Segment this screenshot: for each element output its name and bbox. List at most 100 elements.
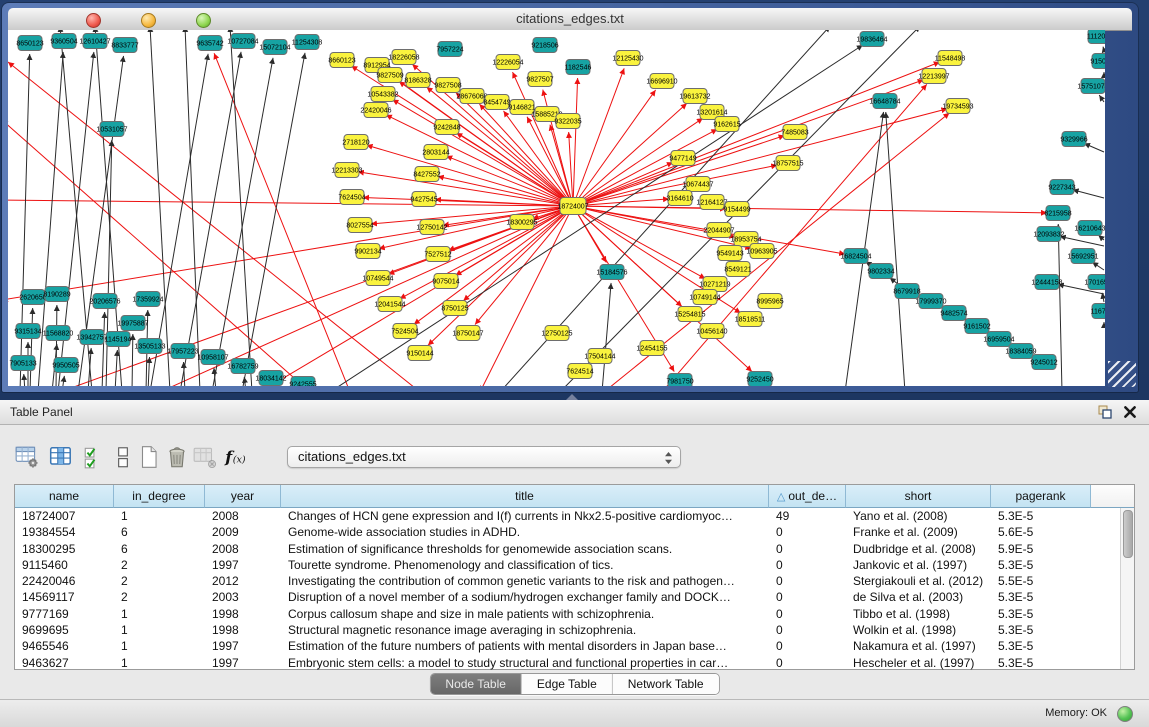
tab-network-table[interactable]: Network Table xyxy=(613,674,719,694)
graph-edge[interactable] xyxy=(573,206,1047,213)
row-height-button[interactable] xyxy=(110,444,136,470)
cell-out_de[interactable]: 0 xyxy=(769,589,846,605)
graph-node[interactable]: 9162615 xyxy=(713,117,740,132)
graph-node[interactable]: 8027554 xyxy=(346,218,373,233)
graph-node[interactable]: 22420046 xyxy=(360,103,391,118)
cell-in_degree[interactable]: 1 xyxy=(114,508,205,524)
cell-name[interactable]: 9465546 xyxy=(15,638,114,654)
graph-node[interactable]: 9427545 xyxy=(410,192,437,207)
graph-node[interactable]: 15254815 xyxy=(674,307,705,322)
graph-node[interactable]: 9950505 xyxy=(52,358,79,373)
graph-node[interactable]: 17359924 xyxy=(132,292,163,307)
graph-node[interactable]: 19975887 xyxy=(117,316,148,331)
cell-year[interactable]: 1997 xyxy=(205,557,281,573)
tab-edge-table[interactable]: Edge Table xyxy=(522,674,613,694)
cell-in_degree[interactable]: 1 xyxy=(114,655,205,671)
select-rows-button[interactable] xyxy=(82,444,108,470)
graph-node[interactable]: 17016504 xyxy=(1084,275,1105,290)
graph-edge[interactable] xyxy=(242,53,305,386)
graph-node[interactable]: 1145194 xyxy=(105,332,132,347)
graph-node[interactable]: 9827509 xyxy=(376,68,403,83)
delete-table-button[interactable] xyxy=(192,444,218,470)
graph-hub-node[interactable]: 18724007 xyxy=(557,198,588,215)
graph-node[interactable]: 2718120 xyxy=(342,135,369,150)
cell-name[interactable]: 9699695 xyxy=(15,622,114,638)
cell-short[interactable]: Tibbo et al. (1998) xyxy=(846,606,991,622)
graph-edge[interactable] xyxy=(132,334,133,386)
graph-node[interactable]: 18300295 xyxy=(506,215,537,230)
graph-node[interactable]: 9242848 xyxy=(433,120,460,135)
cell-name[interactable]: 19384554 xyxy=(15,524,114,540)
graph-node[interactable]: 18750147 xyxy=(452,326,483,341)
cell-year[interactable]: 2008 xyxy=(205,508,281,524)
graph-edge[interactable] xyxy=(1103,47,1104,50)
graph-node[interactable]: 12610427 xyxy=(79,34,110,49)
cell-year[interactable]: 1998 xyxy=(205,606,281,622)
graph-node[interactable]: 10963905 xyxy=(746,244,777,259)
zoom-window-button[interactable] xyxy=(196,13,211,28)
graph-node[interactable]: 12454155 xyxy=(636,341,667,356)
cell-in_degree[interactable]: 6 xyxy=(114,541,205,557)
graph-node[interactable]: 10749544 xyxy=(362,271,393,286)
table-row[interactable]: 1830029562008Estimation of significance … xyxy=(15,541,1134,557)
graph-node[interactable]: 9150144 xyxy=(406,346,433,361)
cell-year[interactable]: 2008 xyxy=(205,541,281,557)
cell-in_degree[interactable]: 6 xyxy=(114,524,205,540)
cell-name[interactable]: 18300295 xyxy=(15,541,114,557)
table-row[interactable]: 969969511998Structural magnetic resonanc… xyxy=(15,622,1134,638)
graph-node[interactable]: 19734593 xyxy=(942,99,973,114)
graph-node[interactable]: 11568820 xyxy=(43,326,74,341)
graph-node[interactable]: 11254308 xyxy=(292,35,323,50)
graph-node[interactable]: 9242555 xyxy=(289,377,316,387)
cell-pagerank[interactable]: 5.9E-5 xyxy=(991,541,1091,557)
cell-out_de[interactable]: 0 xyxy=(769,638,846,654)
graph-node[interactable]: 10674437 xyxy=(682,177,713,192)
create-table-button[interactable] xyxy=(136,444,162,470)
function-builder-button[interactable]: f (x) xyxy=(222,444,248,470)
graph-node[interactable]: 9477149 xyxy=(669,151,696,166)
cell-out_de[interactable]: 0 xyxy=(769,524,846,540)
graph-node[interactable]: 8660123 xyxy=(328,53,355,68)
cell-in_degree[interactable]: 2 xyxy=(114,573,205,589)
cell-name[interactable]: 22420046 xyxy=(15,573,114,589)
scrollbar-thumb[interactable] xyxy=(1123,510,1133,558)
tab-node-table[interactable]: Node Table xyxy=(430,674,522,694)
cell-out_de[interactable]: 0 xyxy=(769,573,846,589)
minimize-window-button[interactable] xyxy=(141,13,156,28)
cell-short[interactable]: Wolkin et al. (1998) xyxy=(846,622,991,638)
cell-title[interactable]: Estimation of significance thresholds fo… xyxy=(281,541,769,557)
column-header-pagerank[interactable]: pagerank xyxy=(991,485,1091,508)
close-panel-button[interactable] xyxy=(1123,405,1137,419)
cell-in_degree[interactable]: 1 xyxy=(114,622,205,638)
graph-edge[interactable] xyxy=(148,357,150,386)
graph-node[interactable]: 9075014 xyxy=(432,274,459,289)
graph-edge[interactable] xyxy=(230,30,252,386)
graph-node[interactable]: 19836464 xyxy=(856,32,887,47)
graph-node[interactable]: 16696910 xyxy=(646,74,677,89)
graph-node[interactable]: 8427552 xyxy=(413,167,440,182)
table-row[interactable]: 1872400712008Changes of HCN gene express… xyxy=(15,508,1134,524)
graph-node[interactable]: 20206576 xyxy=(89,294,120,309)
graph-node[interactable]: 9827507 xyxy=(526,72,553,87)
cell-short[interactable]: Stergiakouli et al. (2012) xyxy=(846,573,991,589)
graph-node[interactable]: 7905133 xyxy=(9,356,36,371)
graph-node[interactable]: 12750142 xyxy=(416,220,447,235)
cell-pagerank[interactable]: 5.3E-5 xyxy=(991,557,1091,573)
graph-node[interactable]: 9482574 xyxy=(940,306,967,321)
cell-out_de[interactable]: 0 xyxy=(769,655,846,671)
cell-pagerank[interactable]: 5.3E-5 xyxy=(991,655,1091,671)
cell-out_de[interactable]: 0 xyxy=(769,606,846,622)
graph-node[interactable]: 8190289 xyxy=(43,287,70,302)
graph-edge[interactable] xyxy=(1058,224,1062,386)
cell-title[interactable]: Estimation of the future numbers of pati… xyxy=(281,638,769,654)
close-window-button[interactable] xyxy=(86,13,101,28)
graph-node[interactable]: 9245012 xyxy=(1030,355,1057,370)
cell-name[interactable]: 9115460 xyxy=(15,557,114,573)
table-row[interactable]: 946362711997Embryonic stem cells: a mode… xyxy=(15,655,1134,671)
graph-node[interactable]: 15184576 xyxy=(596,265,627,280)
table-row[interactable]: 1938455462009Genome-wide association stu… xyxy=(15,524,1134,540)
vertical-scrollbar[interactable] xyxy=(1120,508,1134,669)
graph-node[interactable]: 16648784 xyxy=(869,94,900,109)
graph-node[interactable]: 8995965 xyxy=(756,294,783,309)
cell-year[interactable]: 1997 xyxy=(205,638,281,654)
